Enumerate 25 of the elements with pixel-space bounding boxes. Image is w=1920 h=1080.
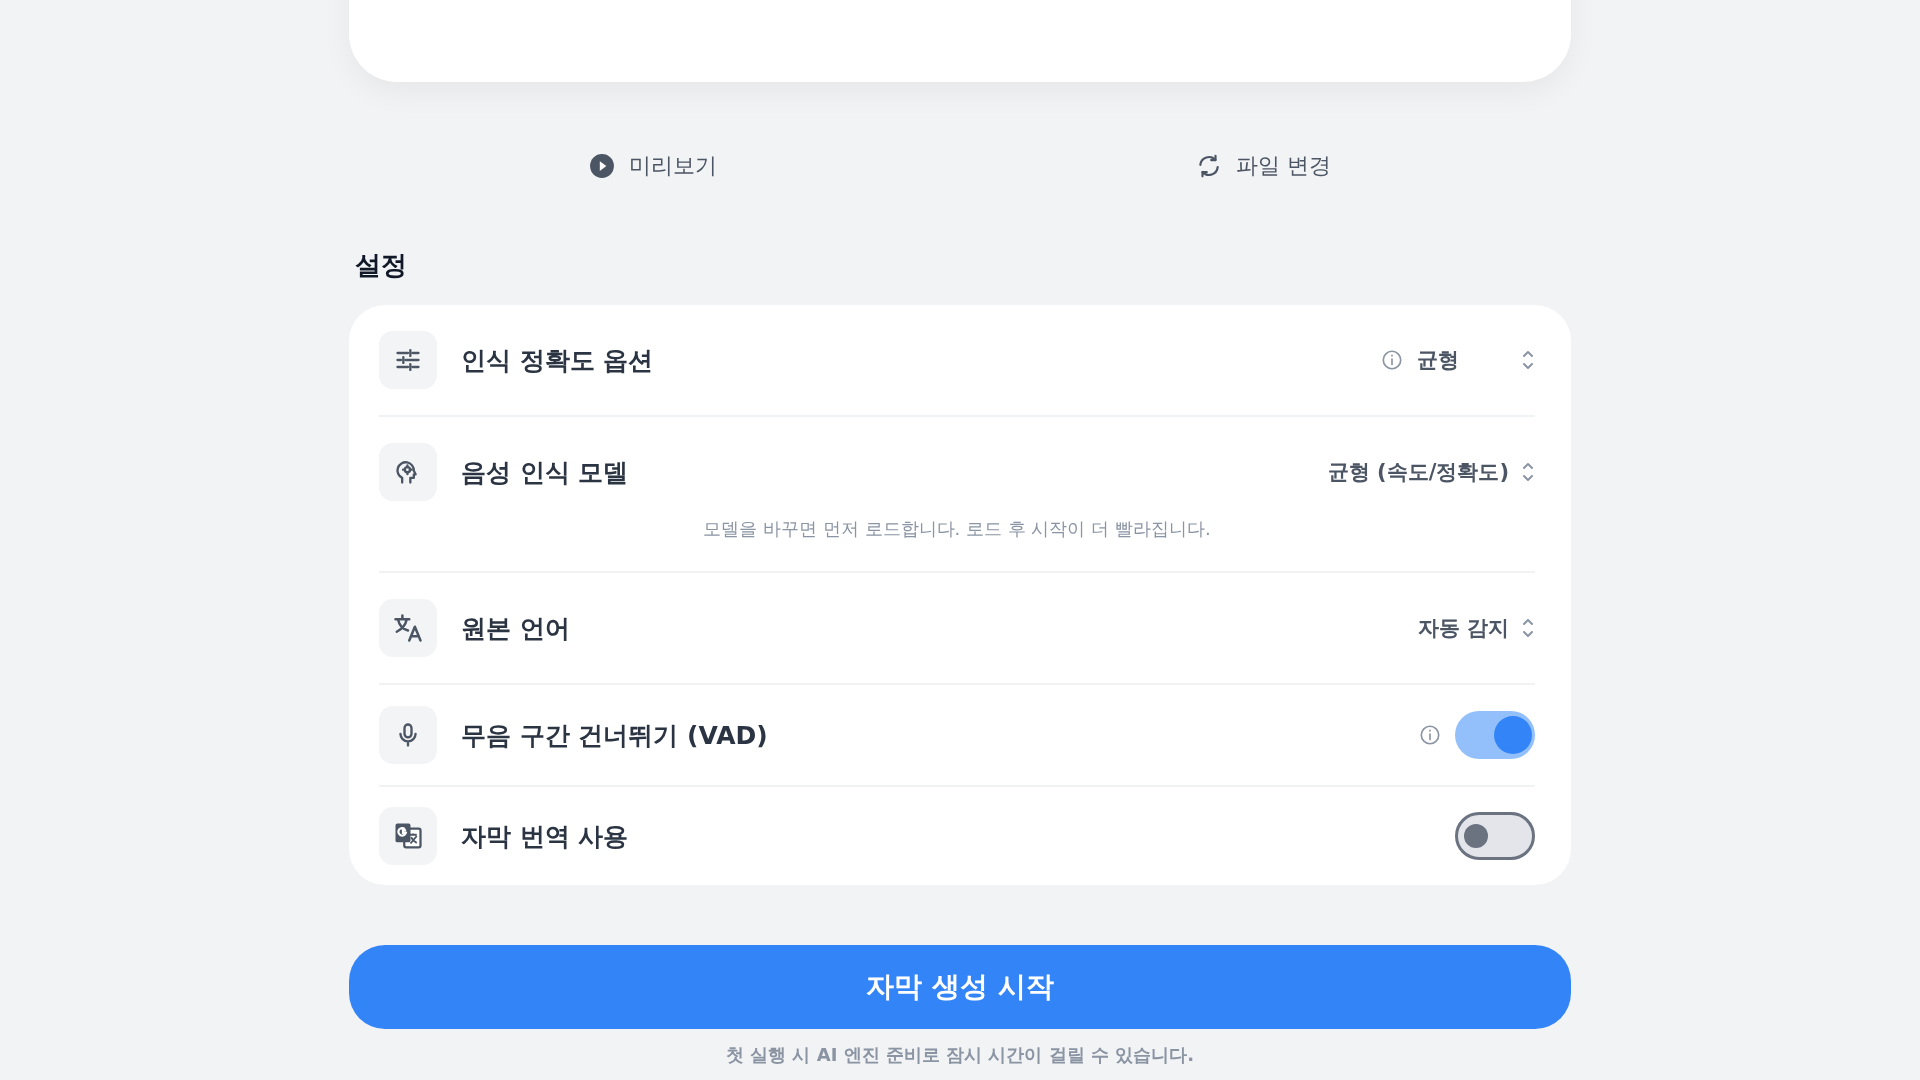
info-icon[interactable] [1419,724,1441,746]
hint-text: 모델을 바꾸면 먼저 로드합니다. 로드 후 시작이 더 빨라집니다. [702,517,1212,541]
chevron-updown-icon [1521,616,1535,640]
play-icon [588,153,615,179]
chevron-updown-icon [1521,460,1535,484]
section-title: 설정 [355,249,408,282]
setting-label: 자막 번역 사용 [461,820,629,853]
preview-button[interactable]: 미리보기 [580,144,725,188]
footnote-text: 첫 실행 시 AI 엔진 준비로 잠시 시간이 걸릴 수 있습니다. [724,1043,1196,1067]
sliders-icon [394,346,422,374]
select-dropdown[interactable]: 자동 감지 [1417,614,1535,642]
toggle-switch[interactable] [1455,812,1535,860]
setting-label: 음성 인식 모델 [461,456,629,489]
translate-icon [393,613,423,643]
toggle-switch[interactable] [1455,711,1535,759]
select-dropdown[interactable]: 균형 (속도/정확도) [1327,458,1535,486]
translate-icon [393,821,423,851]
chevron-updown-icon [1521,348,1535,372]
change-file-button[interactable]: 파일 변경 [1188,144,1340,188]
start-button[interactable]: 자막 생성 시작 [349,945,1571,1029]
select-dropdown[interactable]: 균형 [1417,346,1535,374]
info-icon[interactable] [1381,349,1403,371]
setting-label: 인식 정확도 옵션 [461,344,654,377]
setting-label: 무음 구간 건너뛰기 (VAD) [461,719,768,752]
setting-label: 원본 언어 [461,612,570,645]
